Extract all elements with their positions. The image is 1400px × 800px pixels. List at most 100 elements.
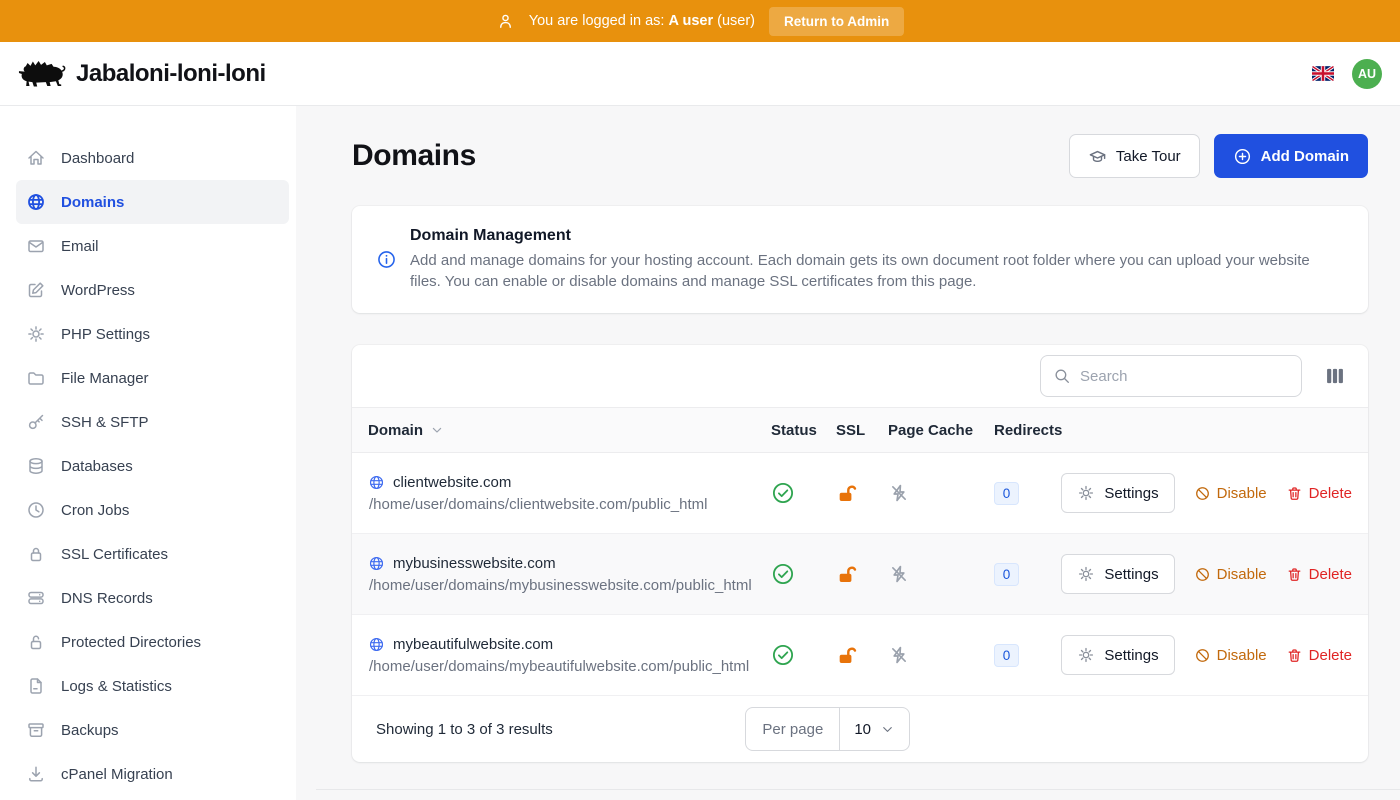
sidebar-item-wordpress[interactable]: WordPress bbox=[16, 268, 289, 312]
sidebar-item-label: Databases bbox=[61, 458, 133, 475]
sidebar-item-databases[interactable]: Databases bbox=[16, 444, 289, 488]
page-cache-bolt-slash-icon[interactable] bbox=[888, 482, 910, 504]
page-cache-bolt-slash-icon[interactable] bbox=[888, 644, 910, 666]
sidebar-item-email[interactable]: Email bbox=[16, 224, 289, 268]
settings-button[interactable]: Settings bbox=[1061, 554, 1174, 594]
document-root-path: /home/user/domains/mybeautifulwebsite.co… bbox=[368, 658, 771, 675]
info-card-title: Domain Management bbox=[410, 227, 1330, 245]
results-summary: Showing 1 to 3 of 3 results bbox=[376, 721, 553, 738]
ban-icon bbox=[1194, 647, 1211, 664]
sidebar-item-logs-statistics[interactable]: Logs & Statistics bbox=[16, 664, 289, 708]
per-page-select[interactable]: 10 bbox=[840, 708, 909, 750]
sidebar-item-cron-jobs[interactable]: Cron Jobs bbox=[16, 488, 289, 532]
columns-toggle-button[interactable] bbox=[1320, 361, 1350, 391]
sidebar-item-label: SSL Certificates bbox=[61, 546, 168, 563]
sidebar-item-label: DNS Records bbox=[61, 590, 153, 607]
app-header: Jabaloni-loni-loni AU bbox=[0, 42, 1400, 106]
sidebar-item-label: Cron Jobs bbox=[61, 502, 129, 519]
sidebar-item-label: Protected Directories bbox=[61, 634, 201, 651]
column-header-domain[interactable]: Domain bbox=[368, 422, 771, 439]
settings-button[interactable]: Settings bbox=[1061, 473, 1174, 513]
table-row: mybeautifulwebsite.com /home/user/domain… bbox=[352, 615, 1368, 696]
banner-message: You are logged in as: A user (user) bbox=[529, 13, 755, 29]
sidebar-item-ssl-certificates[interactable]: SSL Certificates bbox=[16, 532, 289, 576]
search-box bbox=[1040, 355, 1302, 397]
brand: Jabaloni-loni-loni bbox=[18, 56, 266, 92]
take-tour-label: Take Tour bbox=[1116, 148, 1181, 165]
add-domain-label: Add Domain bbox=[1261, 148, 1349, 165]
delete-button[interactable]: Delete bbox=[1286, 647, 1352, 664]
sidebar-item-php-settings[interactable]: PHP Settings bbox=[16, 312, 289, 356]
columns-icon bbox=[1324, 365, 1346, 387]
redirects-count-badge: 0 bbox=[994, 644, 1019, 667]
sidebar-item-backups[interactable]: Backups bbox=[16, 708, 289, 752]
table-header-row: Domain Status SSL Page Cache Redirects bbox=[352, 407, 1368, 453]
globe-icon bbox=[368, 555, 385, 572]
impersonation-banner: You are logged in as: A user (user) Retu… bbox=[0, 0, 1400, 42]
document-icon bbox=[26, 676, 46, 696]
globe-icon bbox=[368, 636, 385, 653]
lock-icon bbox=[26, 632, 46, 652]
ssl-lock-open-icon[interactable] bbox=[836, 563, 859, 586]
ssl-lock-open-icon[interactable] bbox=[836, 644, 859, 667]
domain-name: mybeautifulwebsite.com bbox=[368, 636, 771, 653]
sidebar: Dashboard Domains Email WordPress PHP Se… bbox=[0, 106, 296, 800]
disable-button[interactable]: Disable bbox=[1194, 485, 1267, 502]
sidebar-item-cpanel-migration[interactable]: cPanel Migration bbox=[16, 752, 289, 796]
column-header-status: Status bbox=[771, 422, 836, 439]
delete-button[interactable]: Delete bbox=[1286, 485, 1352, 502]
chevron-down-icon bbox=[429, 422, 445, 438]
gear-icon bbox=[26, 324, 46, 344]
gear-icon bbox=[1077, 646, 1095, 664]
page-title: Domains bbox=[352, 139, 476, 173]
sidebar-item-domains[interactable]: Domains bbox=[16, 180, 289, 224]
disable-button[interactable]: Disable bbox=[1194, 647, 1267, 664]
user-avatar[interactable]: AU bbox=[1352, 59, 1382, 89]
settings-button[interactable]: Settings bbox=[1061, 635, 1174, 675]
take-tour-button[interactable]: Take Tour bbox=[1069, 134, 1200, 178]
per-page-control: Per page 10 bbox=[745, 707, 910, 751]
table-row: mybusinesswebsite.com /home/user/domains… bbox=[352, 534, 1368, 615]
per-page-label: Per page bbox=[746, 708, 840, 750]
sidebar-item-label: PHP Settings bbox=[61, 326, 150, 343]
download-icon bbox=[26, 764, 46, 784]
sidebar-item-ssh-sftp[interactable]: SSH & SFTP bbox=[16, 400, 289, 444]
column-header-page-cache: Page Cache bbox=[888, 422, 994, 439]
sidebar-item-protected-directories[interactable]: Protected Directories bbox=[16, 620, 289, 664]
status-check-circle-icon bbox=[771, 562, 795, 586]
domain-management-info-card: Domain Management Add and manage domains… bbox=[352, 206, 1368, 313]
key-icon bbox=[26, 412, 46, 432]
status-check-circle-icon bbox=[771, 643, 795, 667]
uk-flag-icon[interactable] bbox=[1312, 66, 1334, 81]
delete-button[interactable]: Delete bbox=[1286, 566, 1352, 583]
globe-icon bbox=[26, 192, 46, 212]
sidebar-item-dns-records[interactable]: DNS Records bbox=[16, 576, 289, 620]
sidebar-item-label: cPanel Migration bbox=[61, 766, 173, 783]
gear-icon bbox=[1077, 565, 1095, 583]
search-input[interactable] bbox=[1080, 368, 1289, 385]
ban-icon bbox=[1194, 566, 1211, 583]
lock-icon bbox=[26, 544, 46, 564]
trash-icon bbox=[1286, 485, 1303, 502]
pencil-square-icon bbox=[26, 280, 46, 300]
clock-icon bbox=[26, 500, 46, 520]
home-icon bbox=[26, 148, 46, 168]
ssl-lock-open-icon[interactable] bbox=[836, 482, 859, 505]
sidebar-item-dashboard[interactable]: Dashboard bbox=[16, 136, 289, 180]
graduation-cap-icon bbox=[1088, 147, 1107, 166]
disable-button[interactable]: Disable bbox=[1194, 566, 1267, 583]
status-check-circle-icon bbox=[771, 481, 795, 505]
database-icon bbox=[26, 456, 46, 476]
sidebar-item-label: Dashboard bbox=[61, 150, 134, 167]
document-root-path: /home/user/domains/clientwebsite.com/pub… bbox=[368, 496, 771, 513]
add-domain-button[interactable]: Add Domain bbox=[1214, 134, 1368, 178]
trash-icon bbox=[1286, 647, 1303, 664]
plus-circle-icon bbox=[1233, 147, 1252, 166]
chevron-down-icon bbox=[880, 722, 895, 737]
page-cache-bolt-slash-icon[interactable] bbox=[888, 563, 910, 585]
envelope-icon bbox=[26, 236, 46, 256]
column-header-redirects: Redirects bbox=[994, 422, 1082, 439]
redirects-count-badge: 0 bbox=[994, 563, 1019, 586]
sidebar-item-file-manager[interactable]: File Manager bbox=[16, 356, 289, 400]
return-to-admin-button[interactable]: Return to Admin bbox=[769, 7, 904, 36]
